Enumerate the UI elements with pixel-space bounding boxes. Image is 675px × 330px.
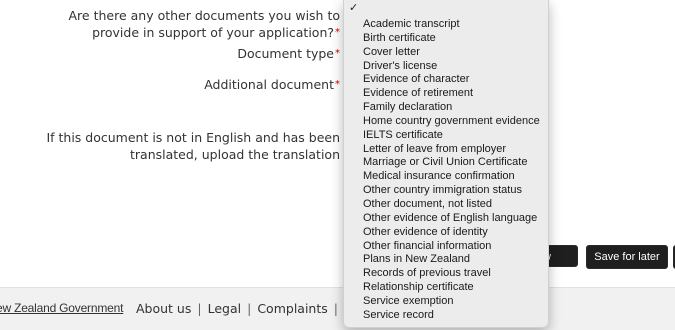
document-type-label: Document type* (237, 46, 340, 61)
dropdown-option[interactable]: Records of previous travel (344, 267, 548, 281)
dropdown-option[interactable]: Plans in New Zealand (344, 253, 548, 267)
dropdown-options-list: Academic transcript Birth certificate Co… (344, 18, 548, 323)
dropdown-option[interactable]: Service exemption (344, 295, 548, 309)
divider: | (333, 301, 338, 316)
dropdown-option[interactable]: Family declaration (344, 101, 548, 115)
dropdown-option[interactable]: Academic transcript (344, 18, 548, 32)
additional-document-label: Additional document* (204, 77, 340, 92)
required-marker: * (335, 27, 340, 38)
dropdown-option[interactable]: Other document, not listed (344, 198, 548, 212)
dropdown-option[interactable]: Evidence of character (344, 73, 548, 87)
dropdown-option[interactable]: Driver's license (344, 60, 548, 74)
document-type-dropdown-menu[interactable]: ✓ Academic transcript Birth certificate … (343, 0, 549, 328)
dropdown-option[interactable]: Birth certificate (344, 32, 548, 46)
nz-government-logo[interactable]: ew Zealand Government (0, 301, 123, 315)
footer-link-about-us[interactable]: About us (136, 301, 191, 316)
divider: | (247, 301, 252, 316)
dropdown-option[interactable]: Evidence of retirement (344, 87, 548, 101)
required-marker: * (335, 79, 340, 90)
dropdown-option[interactable]: Other evidence of English language (344, 212, 548, 226)
page-footer: ew Zealand Government About us | Legal | Com… (0, 287, 675, 330)
dropdown-option[interactable]: Service record (344, 309, 548, 323)
checkmark-icon: ✓ (349, 2, 359, 14)
dropdown-option[interactable]: IELTS certificate (344, 129, 548, 143)
footer-link-legal[interactable]: Legal (208, 301, 242, 316)
dropdown-option[interactable]: Cover letter (344, 46, 548, 60)
dropdown-option[interactable]: Other country immigration status (344, 184, 548, 198)
dropdown-option[interactable]: Letter of leave from employer (344, 143, 548, 157)
dropdown-option[interactable]: Marriage or Civil Union Certificate (344, 156, 548, 170)
required-marker: * (335, 48, 340, 59)
divider: | (197, 301, 202, 316)
dropdown-option[interactable]: Medical insurance confirmation (344, 170, 548, 184)
dropdown-option[interactable]: Other evidence of identity (344, 226, 548, 240)
footer-links: About us|Legal|Complaints|Pr (136, 301, 356, 316)
footer-link-complaints[interactable]: Complaints (257, 301, 327, 316)
dropdown-option[interactable]: Other financial information (344, 240, 548, 254)
translation-upload-label: If this document is not in English and h… (46, 130, 340, 162)
save-for-later-button[interactable]: Save for later (586, 245, 668, 269)
dropdown-option[interactable]: Home country government evidence (344, 115, 548, 129)
dropdown-option[interactable]: Relationship certificate (344, 281, 548, 295)
other-documents-question-label: Are there any other documents you wish t… (68, 8, 341, 40)
